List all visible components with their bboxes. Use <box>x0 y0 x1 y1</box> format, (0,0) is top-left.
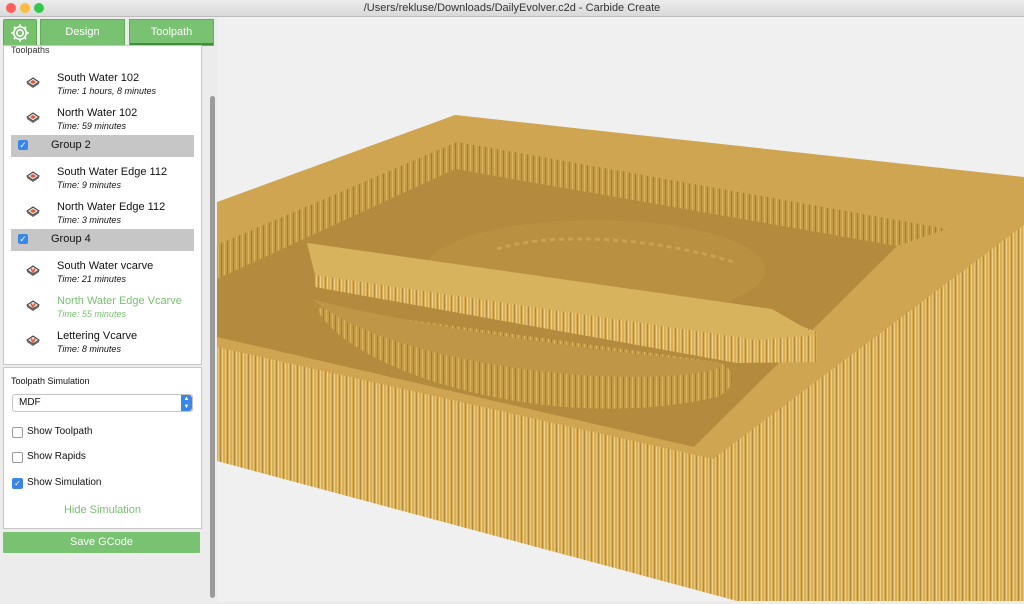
toolpath-item[interactable]: South Water vcarve Time: 21 minutes <box>4 252 201 287</box>
vcarve-toolpath-icon <box>26 335 40 346</box>
toolpath-time: Time: 8 minutes <box>57 344 121 354</box>
pocket-toolpath-icon <box>26 112 40 123</box>
vcarve-toolpath-icon <box>26 300 40 311</box>
pocket-toolpath-icon <box>26 206 40 217</box>
tab-toolpath[interactable]: Toolpath <box>129 19 214 46</box>
toolpath-name: South Water vcarve <box>57 260 154 272</box>
show-simulation-checkbox[interactable]: ✓ <box>12 478 23 489</box>
window-title: /Users/rekluse/Downloads/DailyEvolver.c2… <box>363 2 661 14</box>
title-bar: /Users/rekluse/Downloads/DailyEvolver.c2… <box>0 0 1024 17</box>
toolpath-item[interactable]: South Water 102 Time: 1 hours, 8 minutes <box>4 64 201 99</box>
sidebar-scrollbar[interactable] <box>210 96 215 598</box>
gear-icon <box>11 24 29 42</box>
toolpath-name: North Water 102 <box>57 107 138 119</box>
toolpath-time: Time: 1 hours, 8 minutes <box>57 86 156 96</box>
option-label: Show Simulation <box>27 477 102 488</box>
toolpath-item-active[interactable]: North Water Edge Vcarve Time: 55 minutes <box>4 287 201 322</box>
simulation-panel: Toolpath Simulation MDF ▲ ▼ Show Toolpath… <box>3 367 202 529</box>
pocket-toolpath-icon <box>26 77 40 88</box>
toolpath-item[interactable]: South Water Edge 112 Time: 9 minutes <box>4 158 201 193</box>
vcarve-toolpath-icon <box>26 265 40 276</box>
material-value: MDF <box>19 397 41 408</box>
select-arrows-icon: ▲ ▼ <box>181 395 192 411</box>
group-checkbox[interactable]: ✓ <box>18 234 28 244</box>
group-name: Group 4 <box>51 233 91 245</box>
simulation-title: Toolpath Simulation <box>11 376 90 386</box>
toolpath-group[interactable]: ✓ Group 2 <box>11 135 194 157</box>
wood-simulation-render <box>217 115 1024 601</box>
toolpath-time: Time: 59 minutes <box>57 121 126 131</box>
pocket-toolpath-icon <box>26 171 40 182</box>
toolpath-item[interactable]: North Water Edge 112 Time: 3 minutes <box>4 193 201 228</box>
simulation-viewport[interactable] <box>217 17 1024 601</box>
toolpath-item[interactable]: Lettering Vcarve Time: 8 minutes <box>4 322 201 357</box>
toolpath-name: South Water Edge 112 <box>57 166 168 178</box>
material-select[interactable]: MDF ▲ ▼ <box>12 394 193 412</box>
toolpath-name: North Water Edge Vcarve <box>57 295 182 307</box>
toolpath-name: Lettering Vcarve <box>57 330 138 342</box>
option-label: Show Toolpath <box>27 426 93 437</box>
show-toolpath-checkbox[interactable] <box>12 427 23 438</box>
toolpath-item[interactable]: North Water 102 Time: 59 minutes <box>4 99 201 134</box>
show-rapids-checkbox[interactable] <box>12 452 23 463</box>
toolpath-time: Time: 21 minutes <box>57 274 126 284</box>
toolpath-time: Time: 9 minutes <box>57 180 121 190</box>
toolpaths-panel: Toolpaths South Water 102 Time: 1 hours,… <box>3 45 202 365</box>
toolpath-name: South Water 102 <box>57 72 140 84</box>
toolpath-time: Time: 3 minutes <box>57 215 121 225</box>
hide-simulation-button[interactable]: Hide Simulation <box>4 504 201 516</box>
save-gcode-button[interactable]: Save GCode <box>3 532 200 553</box>
toolpath-time: Time: 55 minutes <box>57 309 126 319</box>
settings-button[interactable] <box>3 19 37 47</box>
option-label: Show Rapids <box>27 451 86 462</box>
toolpath-group[interactable]: ✓ Group 4 <box>11 229 194 251</box>
group-checkbox[interactable]: ✓ <box>18 140 28 150</box>
tab-design[interactable]: Design <box>40 19 125 46</box>
panel-title: Toolpaths <box>11 45 50 55</box>
group-name: Group 2 <box>51 139 91 151</box>
toolpath-name: North Water Edge 112 <box>57 201 166 213</box>
